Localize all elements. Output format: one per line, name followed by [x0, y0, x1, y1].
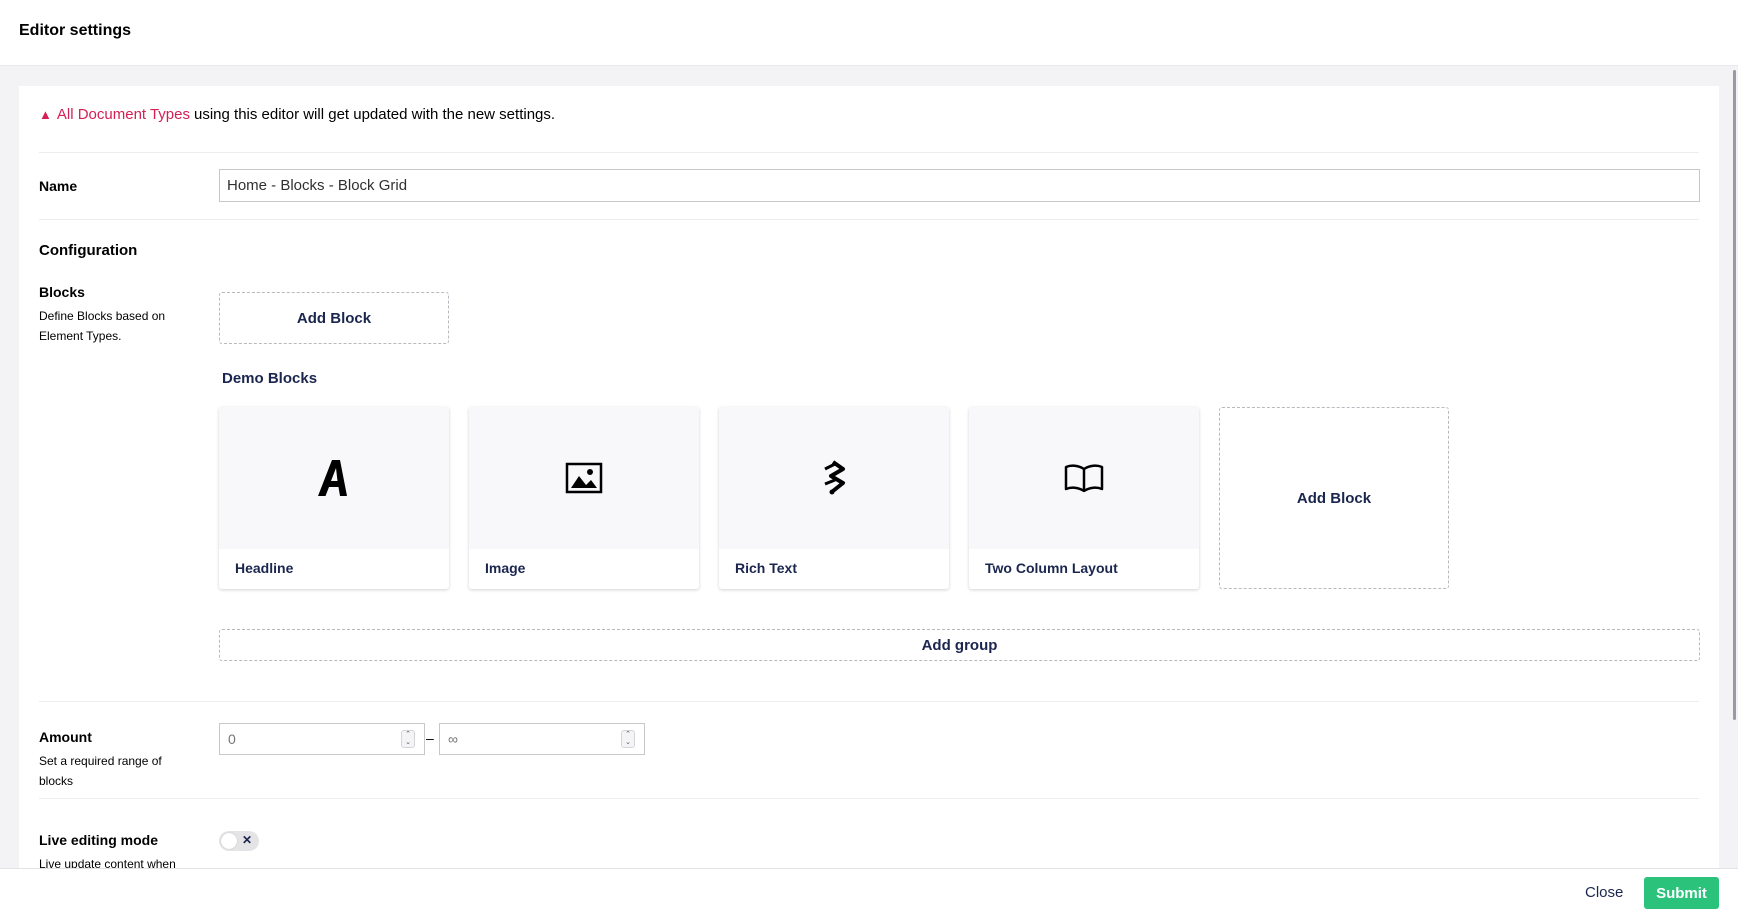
close-button[interactable]: Close	[1575, 877, 1633, 907]
block-card-headline[interactable]: Headline	[219, 407, 449, 589]
range-separator: –	[426, 730, 434, 746]
blocks-description: Define Blocks based on Element Types.	[39, 309, 166, 343]
live-editing-description: Live update content when	[39, 857, 176, 868]
close-icon: ✕	[241, 833, 252, 847]
settings-scroll-area[interactable]: ▲ All Document Types using this editor w…	[0, 66, 1738, 868]
warning-text: using this editor will get updated with …	[194, 106, 556, 123]
modal-header: Editor settings	[0, 0, 1738, 66]
warning-triangle-icon: ▲	[39, 107, 52, 122]
live-editing-label: Live editing mode	[39, 832, 159, 848]
block-thumbnail	[469, 407, 699, 549]
block-card-label: Headline	[235, 560, 294, 576]
divider	[39, 152, 1699, 153]
add-block-button[interactable]: Add Block	[219, 292, 449, 344]
modal-footer: Close Submit	[0, 868, 1738, 912]
picture-icon	[565, 462, 603, 494]
blocks-label: Blocks	[39, 284, 85, 300]
rich-text-icon	[824, 460, 845, 495]
block-card-image[interactable]: Image	[469, 407, 699, 589]
block-card-label: Two Column Layout	[985, 560, 1118, 576]
book-icon	[1064, 464, 1104, 493]
block-card-rich-text[interactable]: Rich Text	[719, 407, 949, 589]
block-thumbnail	[719, 407, 949, 549]
amount-description: Set a required range of blocks	[39, 754, 162, 788]
block-thumbnail	[969, 407, 1199, 549]
block-card-label: Image	[485, 560, 526, 576]
settings-panel: ▲ All Document Types using this editor w…	[19, 86, 1719, 868]
update-warning: ▲ All Document Types using this editor w…	[39, 106, 555, 123]
amount-label: Amount	[39, 729, 92, 745]
amount-max-input[interactable]	[439, 723, 645, 755]
block-card-label: Rich Text	[735, 560, 797, 576]
amount-min-input[interactable]	[219, 723, 425, 755]
live-editing-toggle[interactable]: ✕	[219, 831, 259, 851]
add-group-button[interactable]: Add group	[219, 629, 1700, 661]
scrollbar[interactable]	[1733, 70, 1736, 720]
divider	[39, 701, 1699, 702]
configuration-title: Configuration	[39, 242, 138, 259]
toggle-knob	[221, 833, 237, 849]
headline-icon	[318, 460, 347, 496]
block-thumbnail	[219, 407, 449, 549]
name-label: Name	[39, 178, 78, 194]
block-card-two-column-layout[interactable]: Two Column Layout	[969, 407, 1199, 589]
block-group-title: Demo Blocks	[222, 370, 318, 387]
submit-button[interactable]: Submit	[1644, 877, 1719, 909]
all-document-types-link[interactable]: All Document Types	[57, 106, 190, 123]
divider	[39, 219, 1699, 220]
amount-min-stepper[interactable]: ⌃ ⌄	[401, 730, 415, 748]
modal-title: Editor settings	[19, 22, 132, 39]
amount-max-stepper[interactable]: ⌃ ⌄	[621, 730, 635, 748]
name-input[interactable]	[219, 169, 1700, 202]
divider	[39, 798, 1699, 799]
group-add-block-button[interactable]: Add Block	[1219, 407, 1449, 589]
